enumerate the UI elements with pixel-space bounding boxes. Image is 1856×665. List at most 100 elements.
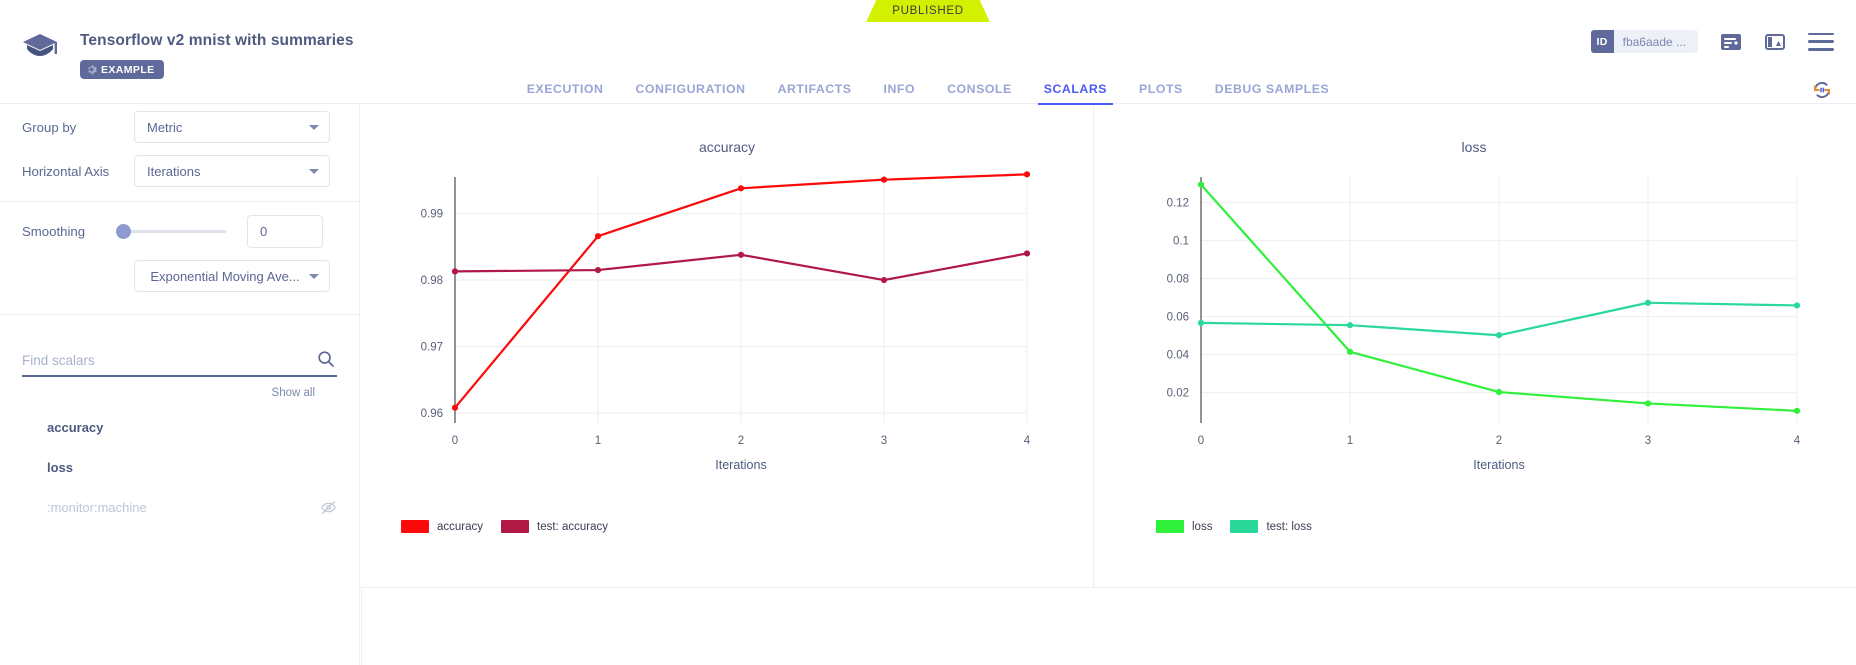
svg-text:4: 4 bbox=[1024, 435, 1031, 447]
search-input[interactable]: Find scalars bbox=[22, 345, 337, 377]
smoothing-slider[interactable] bbox=[116, 223, 226, 239]
scalar-item-label: :monitor:machine bbox=[47, 499, 147, 515]
svg-text:0.08: 0.08 bbox=[1167, 274, 1189, 286]
main-tabs: EXECUTION CONFIGURATION ARTIFACTS INFO C… bbox=[0, 74, 1856, 105]
tab-console[interactable]: CONSOLE bbox=[931, 74, 1028, 104]
svg-text:0.97: 0.97 bbox=[421, 342, 443, 354]
svg-text:0.04: 0.04 bbox=[1167, 350, 1190, 362]
legend-label: test: loss bbox=[1266, 520, 1312, 533]
chevron-down-icon bbox=[309, 274, 319, 279]
horizontal-axis-label: Horizontal Axis bbox=[22, 163, 110, 179]
chart-accuracy: accuracy 0.96 0.97 0.98 0.99 0 1 2 3 4 Iterations… bbox=[361, 105, 1094, 587]
legend-swatch bbox=[1156, 520, 1184, 533]
svg-text:0: 0 bbox=[452, 435, 458, 447]
charts-vertical-rule bbox=[361, 587, 362, 665]
svg-text:3: 3 bbox=[881, 435, 887, 447]
svg-text:0.06: 0.06 bbox=[1167, 312, 1189, 324]
legend-label: accuracy bbox=[437, 520, 484, 533]
hamburger-menu-icon[interactable] bbox=[1808, 32, 1834, 51]
tab-execution[interactable]: EXECUTION bbox=[511, 74, 620, 104]
chart-title: loss bbox=[1461, 139, 1487, 155]
smoothing-algorithm-row: Exponential Moving Ave... bbox=[0, 260, 359, 292]
search-placeholder: Find scalars bbox=[22, 352, 95, 368]
svg-text:0.02: 0.02 bbox=[1167, 388, 1189, 400]
tab-info[interactable]: INFO bbox=[868, 74, 932, 104]
page-title: Tensorflow v2 mnist with summaries bbox=[80, 32, 354, 49]
chevron-down-icon bbox=[309, 125, 319, 130]
find-scalars-block: Find scalars Show all bbox=[0, 345, 359, 399]
show-all-link[interactable]: Show all bbox=[22, 377, 337, 399]
svg-text:Iterations: Iterations bbox=[1473, 458, 1524, 472]
tab-scalars[interactable]: SCALARS bbox=[1028, 74, 1123, 105]
scalar-item-monitor-machine[interactable]: :monitor:machine bbox=[0, 487, 359, 527]
smoothing-label: Smoothing bbox=[22, 223, 86, 239]
svg-text:1: 1 bbox=[595, 435, 601, 447]
charts-area: accuracy 0.96 0.97 0.98 0.99 0 1 2 3 4 Iterations… bbox=[361, 105, 1856, 587]
chart-loss: loss 0.02 0.04 0.06 0.08 0.1 0.12 0 1 2 3 4 Iterati… bbox=[1094, 105, 1854, 587]
header-actions: ID fba6aade ... bbox=[1590, 30, 1834, 53]
layout-icon[interactable] bbox=[1764, 31, 1786, 53]
horizontal-axis-row: Horizontal Axis Iterations bbox=[0, 149, 359, 193]
search-icon[interactable] bbox=[317, 350, 335, 368]
scalar-list: accuracy loss :monitor:machine bbox=[0, 407, 359, 527]
tab-plots[interactable]: PLOTS bbox=[1123, 74, 1199, 104]
chart-title: accuracy bbox=[698, 139, 756, 155]
tab-debug-samples[interactable]: DEBUG SAMPLES bbox=[1199, 74, 1345, 104]
sidebar-divider-2 bbox=[0, 314, 359, 315]
svg-text:2: 2 bbox=[1496, 435, 1502, 447]
smoothing-value-input[interactable]: 0 bbox=[247, 214, 323, 248]
report-icon[interactable] bbox=[1720, 31, 1742, 53]
legend-item-test-loss[interactable]: test: loss bbox=[1230, 520, 1312, 533]
loss-plot[interactable]: 0.02 0.04 0.06 0.08 0.1 0.12 0 1 2 3 4 Iterations bbox=[1109, 155, 1839, 485]
eye-off-icon[interactable] bbox=[320, 499, 337, 516]
group-by-label: Group by bbox=[22, 119, 77, 135]
svg-text:1: 1 bbox=[1347, 435, 1353, 447]
legend-label: test: accuracy bbox=[537, 520, 608, 533]
legend-item-loss[interactable]: loss bbox=[1156, 520, 1212, 533]
refresh-icon[interactable] bbox=[1810, 78, 1834, 102]
smoothing-row: Smoothing 0 bbox=[0, 208, 359, 254]
svg-text:2: 2 bbox=[738, 435, 744, 447]
experiment-id-chip[interactable]: ID fba6aade ... bbox=[1590, 30, 1698, 53]
legend-label: loss bbox=[1192, 520, 1213, 533]
scalar-item-accuracy[interactable]: accuracy bbox=[0, 407, 359, 447]
scalars-sidebar: Group by Metric Horizontal Axis Iteratio… bbox=[0, 105, 360, 665]
title-block: Tensorflow v2 mnist with summaries EXAMP… bbox=[80, 32, 354, 80]
legend-item-test-accuracy[interactable]: test: accuracy bbox=[501, 520, 608, 533]
id-badge-icon: ID bbox=[1590, 30, 1614, 53]
group-by-select[interactable]: Metric bbox=[134, 111, 330, 143]
group-by-row: Group by Metric bbox=[0, 105, 359, 149]
svg-text:3: 3 bbox=[1645, 435, 1651, 447]
experiment-id-value: fba6aade ... bbox=[1622, 34, 1686, 49]
svg-text:4: 4 bbox=[1794, 435, 1801, 447]
tab-artifacts[interactable]: ARTIFACTS bbox=[762, 74, 868, 104]
scalar-item-label: accuracy bbox=[47, 419, 104, 435]
legend-item-accuracy[interactable]: accuracy bbox=[401, 520, 483, 533]
scalar-item-loss[interactable]: loss bbox=[0, 447, 359, 487]
charts-bottom-rule bbox=[361, 587, 1856, 588]
chevron-down-icon bbox=[309, 169, 319, 174]
smoothing-slider-thumb[interactable] bbox=[116, 223, 131, 239]
tab-configuration[interactable]: CONFIGURATION bbox=[619, 74, 761, 104]
published-label: PUBLISHED bbox=[892, 5, 964, 17]
svg-text:0.96: 0.96 bbox=[421, 408, 443, 420]
horizontal-axis-value: Iterations bbox=[147, 163, 201, 179]
legend-swatch bbox=[1230, 520, 1259, 533]
scalars-page: PUBLISHED Tensorflow v2 mnist with summa… bbox=[0, 0, 1856, 665]
legend-swatch bbox=[401, 520, 429, 533]
svg-text:0.98: 0.98 bbox=[421, 275, 443, 287]
horizontal-axis-select[interactable]: Iterations bbox=[134, 155, 330, 187]
accuracy-plot[interactable]: 0.96 0.97 0.98 0.99 0 1 2 3 4 Iterations bbox=[377, 155, 1077, 485]
svg-text:0.1: 0.1 bbox=[1173, 236, 1189, 248]
svg-text:0.99: 0.99 bbox=[421, 209, 443, 221]
loss-legend: loss test: loss bbox=[1156, 520, 1312, 533]
scalar-item-label: loss bbox=[47, 459, 74, 475]
smoothing-algorithm-select[interactable]: Exponential Moving Ave... bbox=[134, 260, 330, 292]
svg-text:0.12: 0.12 bbox=[1167, 198, 1189, 210]
published-ribbon: PUBLISHED bbox=[866, 0, 990, 22]
accuracy-legend: accuracy test: accuracy bbox=[401, 520, 608, 533]
sidebar-divider bbox=[0, 201, 359, 202]
legend-swatch bbox=[501, 520, 530, 533]
group-by-value: Metric bbox=[147, 119, 183, 135]
graduation-cap-icon bbox=[21, 31, 59, 65]
